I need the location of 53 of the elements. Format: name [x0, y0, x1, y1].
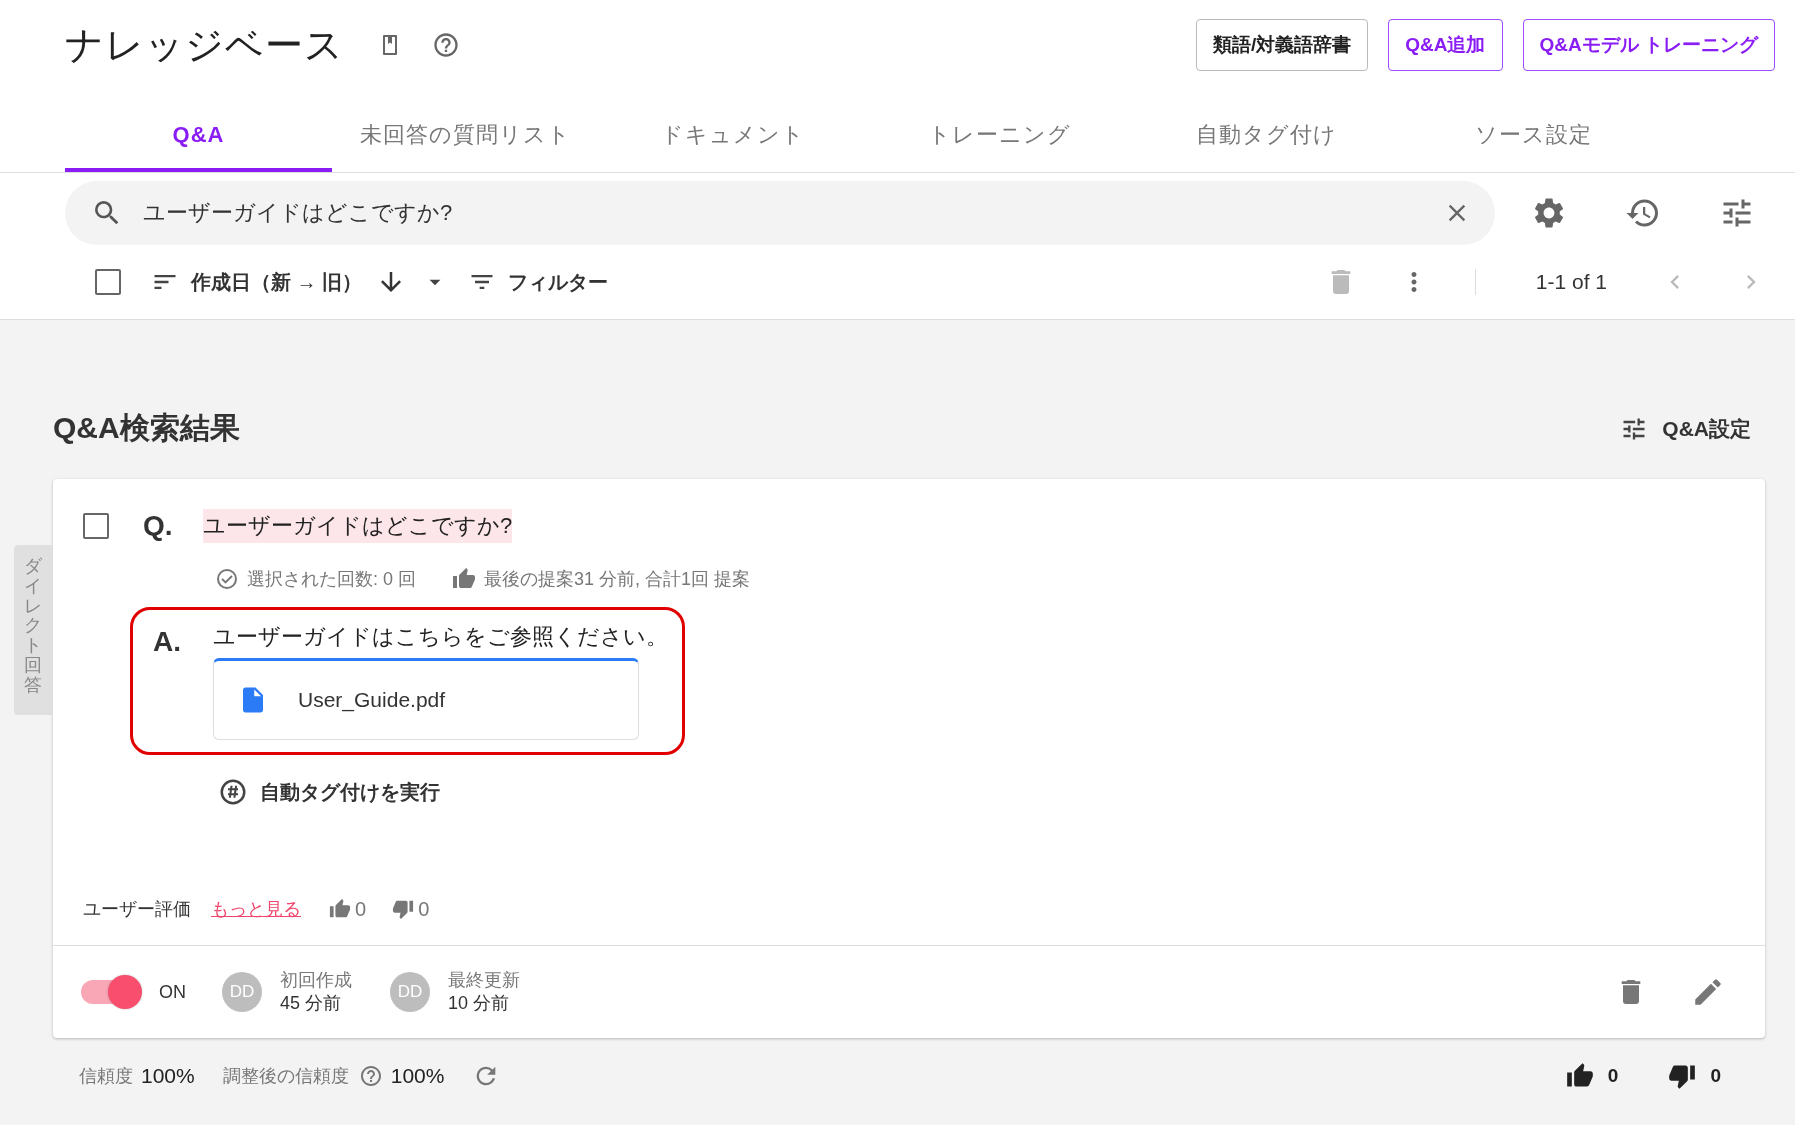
more-link[interactable]: もっと見る	[211, 897, 301, 921]
auto-tag-button[interactable]: 自動タグ付けを実行	[218, 777, 440, 807]
question-text: ユーザーガイドはどこですか?	[203, 509, 513, 543]
vote-up-count: 0	[1607, 1065, 1619, 1087]
header-button[interactable]: Q&A追加	[1388, 19, 1503, 71]
thumb-up-icon	[329, 898, 351, 920]
time-value: 45 分前	[280, 992, 343, 1015]
toggle-label: ON	[159, 981, 186, 1003]
search-input[interactable]: ユーザーガイドはどこですか?	[141, 199, 1443, 227]
hashtag-icon	[218, 777, 248, 807]
header-button[interactable]: 類語/対義語辞書	[1196, 19, 1369, 71]
attachment-card[interactable]: User_Guide.pdf	[213, 658, 639, 740]
help-icon[interactable]	[358, 1064, 383, 1088]
avatar: DD	[222, 972, 262, 1012]
enable-toggle[interactable]	[79, 974, 143, 1010]
pagination-text: 1-1 of 1	[1535, 270, 1607, 294]
page-title: ナレッジベース	[65, 22, 344, 68]
tab[interactable]: ドキュメント	[599, 116, 866, 172]
tab[interactable]: 未回答の質問リスト	[332, 116, 599, 172]
tab[interactable]: 自動タグ付け	[1133, 116, 1400, 172]
time-value: 10 分前	[448, 992, 511, 1015]
dislike-count: 0	[418, 897, 430, 921]
answer-mark-label: A.	[153, 626, 182, 658]
like-count: 0	[355, 897, 367, 921]
time-label: 初回作成	[280, 968, 352, 992]
adjusted-confidence-label: 調整後の信頼度	[222, 1065, 349, 1088]
item-checkbox[interactable]	[83, 513, 109, 539]
results-title: Q&A検索結果	[53, 410, 240, 446]
thumb-up-icon[interactable]	[1565, 1062, 1594, 1090]
question-mark-label: Q.	[143, 510, 174, 542]
help-icon[interactable]	[432, 31, 460, 59]
vote-down-count: 0	[1710, 1065, 1721, 1087]
sort-label[interactable]: 作成日（新 → 旧）	[191, 268, 363, 296]
suggestion-info: 最後の提案31 分前, 合計1回 提案	[484, 568, 751, 591]
adjusted-confidence-value: 100%	[390, 1064, 445, 1088]
filter-label[interactable]: フィルター	[508, 268, 609, 296]
header-button[interactable]: Q&Aモデル トレーニング	[1522, 19, 1775, 71]
search-field[interactable]: ユーザーガイドはどこですか?	[65, 181, 1495, 245]
confidence-label: 信頼度	[79, 1065, 133, 1088]
thumb-up-icon	[452, 567, 476, 591]
rating-label: ユーザー評価	[83, 898, 191, 921]
tab[interactable]: トレーニング	[866, 116, 1133, 172]
tab[interactable]: ソース設定	[1400, 116, 1667, 172]
tab[interactable]: Q&A	[65, 116, 332, 172]
time-label: 最終更新	[448, 968, 520, 992]
thumb-down-icon	[392, 898, 415, 920]
answer-text: ユーザーガイドはこちらをご参照ください。	[213, 623, 668, 651]
confidence-value: 100%	[141, 1064, 195, 1088]
qa-settings-button[interactable]: Q&A設定	[1620, 414, 1751, 443]
avatar: DD	[390, 972, 430, 1012]
attachment-name: User_Guide.pdf	[298, 688, 446, 712]
select-all-checkbox[interactable]	[95, 269, 121, 295]
selected-count: 選択された回数: 0 回	[247, 568, 416, 591]
